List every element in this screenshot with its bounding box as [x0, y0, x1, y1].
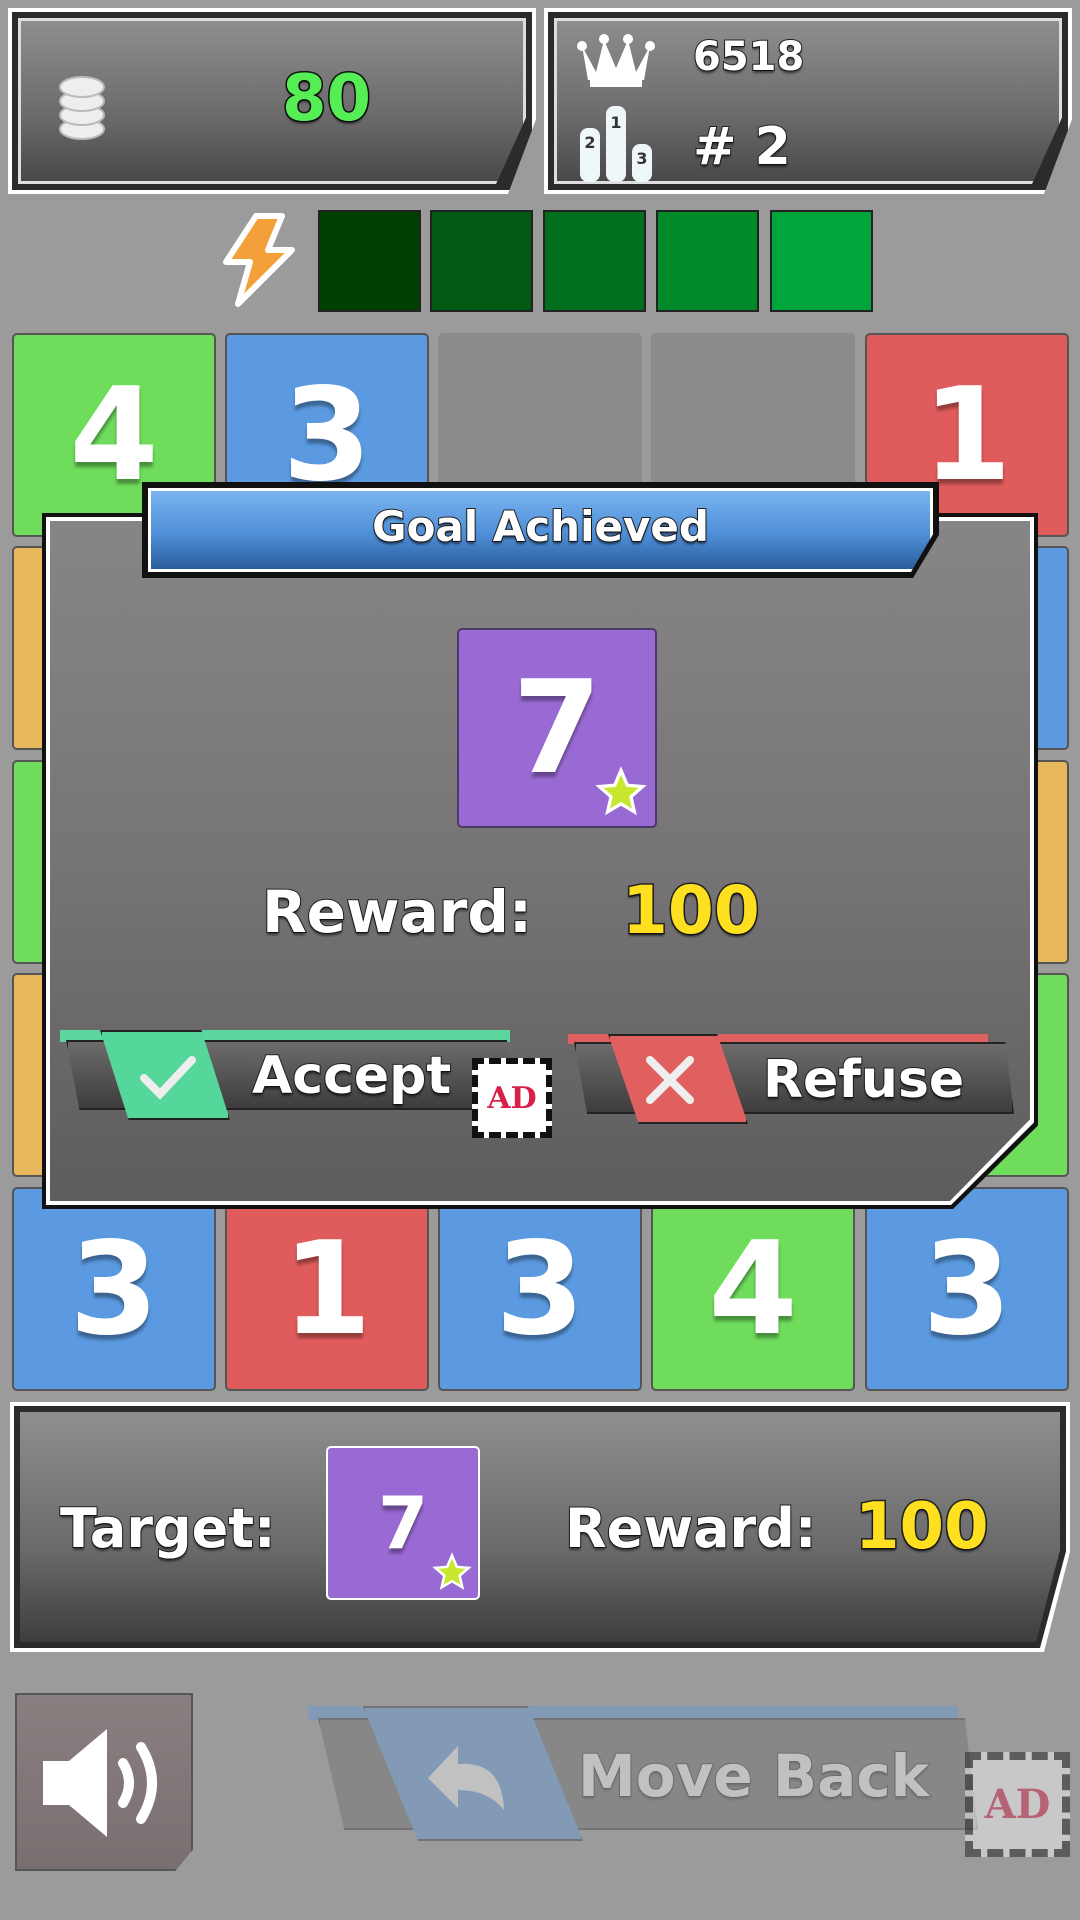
svg-text:3: 3	[636, 149, 647, 168]
ad-icon: AD	[472, 1058, 552, 1138]
energy-segment	[318, 210, 421, 312]
lightning-icon	[223, 213, 295, 307]
number-tile[interactable]: 3	[438, 1187, 642, 1391]
dialog-title: Goal Achieved	[372, 502, 709, 551]
number-tile[interactable]: 3	[865, 1187, 1069, 1391]
crown-icon	[576, 32, 656, 88]
star-icon	[432, 1552, 472, 1592]
target-reward-value: 100	[855, 1490, 989, 1564]
dialog-reward-label: Reward:	[261, 877, 533, 947]
undo-arrow-icon	[428, 1746, 504, 1810]
podium-icon: 213	[578, 104, 654, 184]
accept-label: Accept	[251, 1045, 452, 1107]
tile-value: 4	[708, 1214, 798, 1364]
number-tile[interactable]: 3	[12, 1187, 216, 1391]
rank-value: # 2	[693, 117, 791, 177]
svg-text:1: 1	[610, 113, 621, 132]
move-back-ad-icon: AD	[965, 1752, 1070, 1857]
goal-tile-value: 7	[512, 653, 602, 803]
energy-segment	[770, 210, 873, 312]
tile-value: 3	[69, 1214, 159, 1364]
energy-segment	[430, 210, 533, 312]
number-tile[interactable]: 4	[651, 1187, 855, 1391]
move-back-button[interactable]: Move Back	[308, 1706, 980, 1841]
dialog-title-bar: Goal Achieved	[142, 482, 939, 578]
speaker-icon	[43, 1729, 157, 1837]
star-icon	[595, 766, 647, 816]
best-score: 6518	[693, 34, 805, 80]
dialog-reward-value: 100	[621, 871, 762, 951]
close-icon	[646, 1056, 694, 1104]
accept-button[interactable]: Accept	[60, 1030, 516, 1120]
coins-value: 80	[282, 62, 372, 136]
sound-button[interactable]	[15, 1693, 193, 1871]
target-reward-label: Reward:	[565, 1497, 817, 1560]
tile-value: 3	[495, 1214, 585, 1364]
target-tile: 7	[326, 1446, 480, 1600]
move-back-label: Move Back	[577, 1741, 930, 1811]
svg-text:2: 2	[584, 133, 595, 152]
ad-label: AD	[487, 1080, 537, 1116]
target-label: Target:	[60, 1497, 276, 1560]
coins-panel: 80	[8, 8, 536, 194]
energy-segment	[543, 210, 646, 312]
stats-panel: 6518 213 # 2	[544, 8, 1072, 194]
refuse-button[interactable]: Refuse	[568, 1034, 1016, 1124]
energy-segment	[656, 210, 759, 312]
coin-stack-icon	[52, 67, 112, 147]
goal-tile: 7	[457, 628, 657, 828]
refuse-label: Refuse	[762, 1049, 965, 1111]
number-tile[interactable]: 1	[225, 1187, 429, 1391]
tile-value: 1	[282, 1214, 372, 1364]
check-icon	[140, 1056, 196, 1100]
target-tile-value: 7	[377, 1481, 429, 1565]
target-panel: Target: 7 Reward: 100	[10, 1402, 1070, 1652]
ad-label: AD	[984, 1781, 1051, 1828]
tile-value: 3	[922, 1214, 1012, 1364]
